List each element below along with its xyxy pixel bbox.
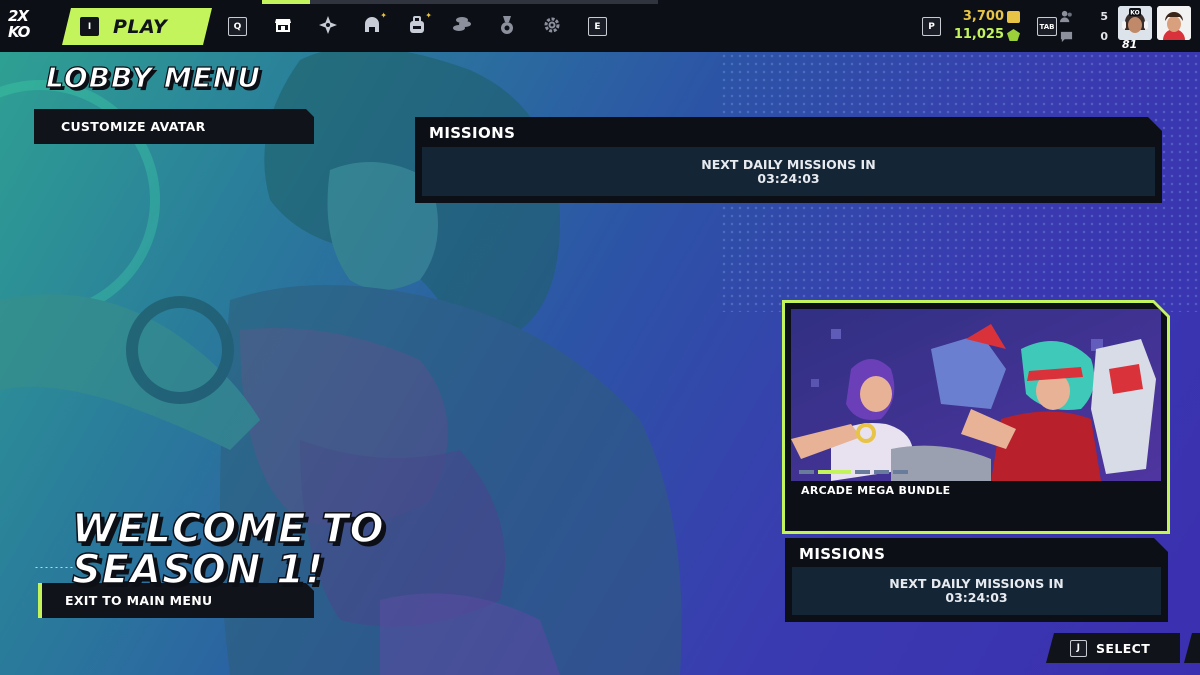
season-progress-bar (262, 0, 658, 4)
player-avatar[interactable]: KO (1118, 6, 1152, 40)
backpack-icon[interactable]: ✦ (407, 11, 432, 35)
bundle-name: ARCADE MEGA BUNDLE (801, 484, 951, 497)
messages-count: 0 (1100, 29, 1108, 43)
customize-avatar-button[interactable]: CUSTOMIZE AVATAR (34, 109, 314, 144)
carousel-dot[interactable] (874, 470, 889, 474)
carousel-dot[interactable] (799, 470, 814, 474)
storefront-icon[interactable] (273, 15, 293, 35)
missions-panel-bottom[interactable]: MISSIONS NEXT DAILY MISSIONS IN 03:24:03 (785, 538, 1168, 622)
lobby-menu-title: LOBBY MENU (45, 60, 261, 94)
featured-bundle-body: ARCADE MEGA BUNDLE (785, 303, 1167, 531)
play-keybind: I (80, 17, 99, 36)
currency-display[interactable]: 3,700 11,025 (954, 8, 1020, 44)
gem-icon (1007, 29, 1020, 41)
season-welcome-banner: WELCOME TO SEASON 1! (71, 506, 385, 593)
logo-line-1: 2X (8, 7, 29, 25)
compass-icon[interactable] (318, 15, 338, 35)
fighter-helmet-icon[interactable]: ✦ (362, 11, 387, 35)
missions-countdown-box: NEXT DAILY MISSIONS IN 03:24:03 (792, 567, 1161, 615)
game-logo: 2X KO (8, 8, 48, 44)
next-missions-label: NEXT DAILY MISSIONS IN (701, 156, 876, 172)
top-navigation-bar: 2X KO I PLAY Q ✦ ✦ E P 3,700 11,025 TAB … (0, 0, 1200, 52)
select-keybind: J (1070, 639, 1087, 657)
nav-prev-keybind: Q (228, 17, 247, 36)
nav-next-keybind: E (588, 17, 607, 36)
missions-timer: 03:24:03 (945, 590, 1008, 605)
welcome-line-1: WELCOME TO (71, 506, 385, 552)
carousel-dot[interactable] (893, 470, 908, 474)
missions-title: MISSIONS (799, 545, 886, 563)
accent-dots (34, 566, 74, 569)
bundle-artwork (791, 309, 1161, 481)
select-prompt[interactable]: J SELECT (1046, 633, 1180, 663)
exit-to-main-menu-label: EXIT TO MAIN MENU (65, 593, 213, 608)
social-keybind: TAB (1037, 17, 1057, 36)
chat-icon (1060, 31, 1073, 42)
party-member-avatar[interactable] (1157, 6, 1191, 40)
notification-star-icon: ✦ (380, 11, 387, 20)
ko-points-amount: 3,700 (962, 9, 1004, 24)
play-button[interactable]: I PLAY (62, 8, 212, 45)
carousel-dot[interactable] (855, 470, 870, 474)
friends-count: 5 (1100, 9, 1108, 23)
select-label: SELECT (1096, 640, 1151, 656)
season-progress-fill (262, 0, 310, 4)
welcome-line-2: SEASON 1! (71, 547, 325, 593)
missions-title: MISSIONS (429, 124, 516, 142)
missions-countdown-box: NEXT DAILY MISSIONS IN 03:24:03 (422, 147, 1155, 196)
customize-avatar-label: CUSTOMIZE AVATAR (61, 119, 206, 134)
gems-amount: 11,025 (953, 27, 1004, 42)
friends-icon (1060, 10, 1072, 22)
svg-text:KO: KO (1130, 10, 1139, 17)
carousel-dot-active[interactable] (818, 470, 851, 474)
gear-icon[interactable] (542, 15, 562, 35)
bundle-carousel-pager (799, 470, 908, 474)
logo-line-2: KO (8, 23, 30, 41)
medal-icon[interactable] (497, 15, 517, 35)
missions-timer: 03:24:03 (757, 170, 820, 186)
missions-panel-top[interactable]: MISSIONS NEXT DAILY MISSIONS IN 03:24:03 (415, 117, 1162, 203)
coins-icon[interactable] (452, 15, 472, 35)
currency-keybind: P (922, 17, 941, 36)
social-panel[interactable]: 5 0 (1060, 6, 1112, 46)
ko-points-icon (1007, 11, 1020, 23)
featured-bundle-card[interactable]: ARCADE MEGA BUNDLE (782, 300, 1170, 534)
player-level: 81 (1122, 38, 1138, 51)
prompt-bar-tail (1184, 633, 1200, 663)
next-missions-label: NEXT DAILY MISSIONS IN (889, 576, 1064, 591)
play-button-label: PLAY (113, 15, 168, 38)
notification-star-icon: ✦ (425, 11, 432, 20)
